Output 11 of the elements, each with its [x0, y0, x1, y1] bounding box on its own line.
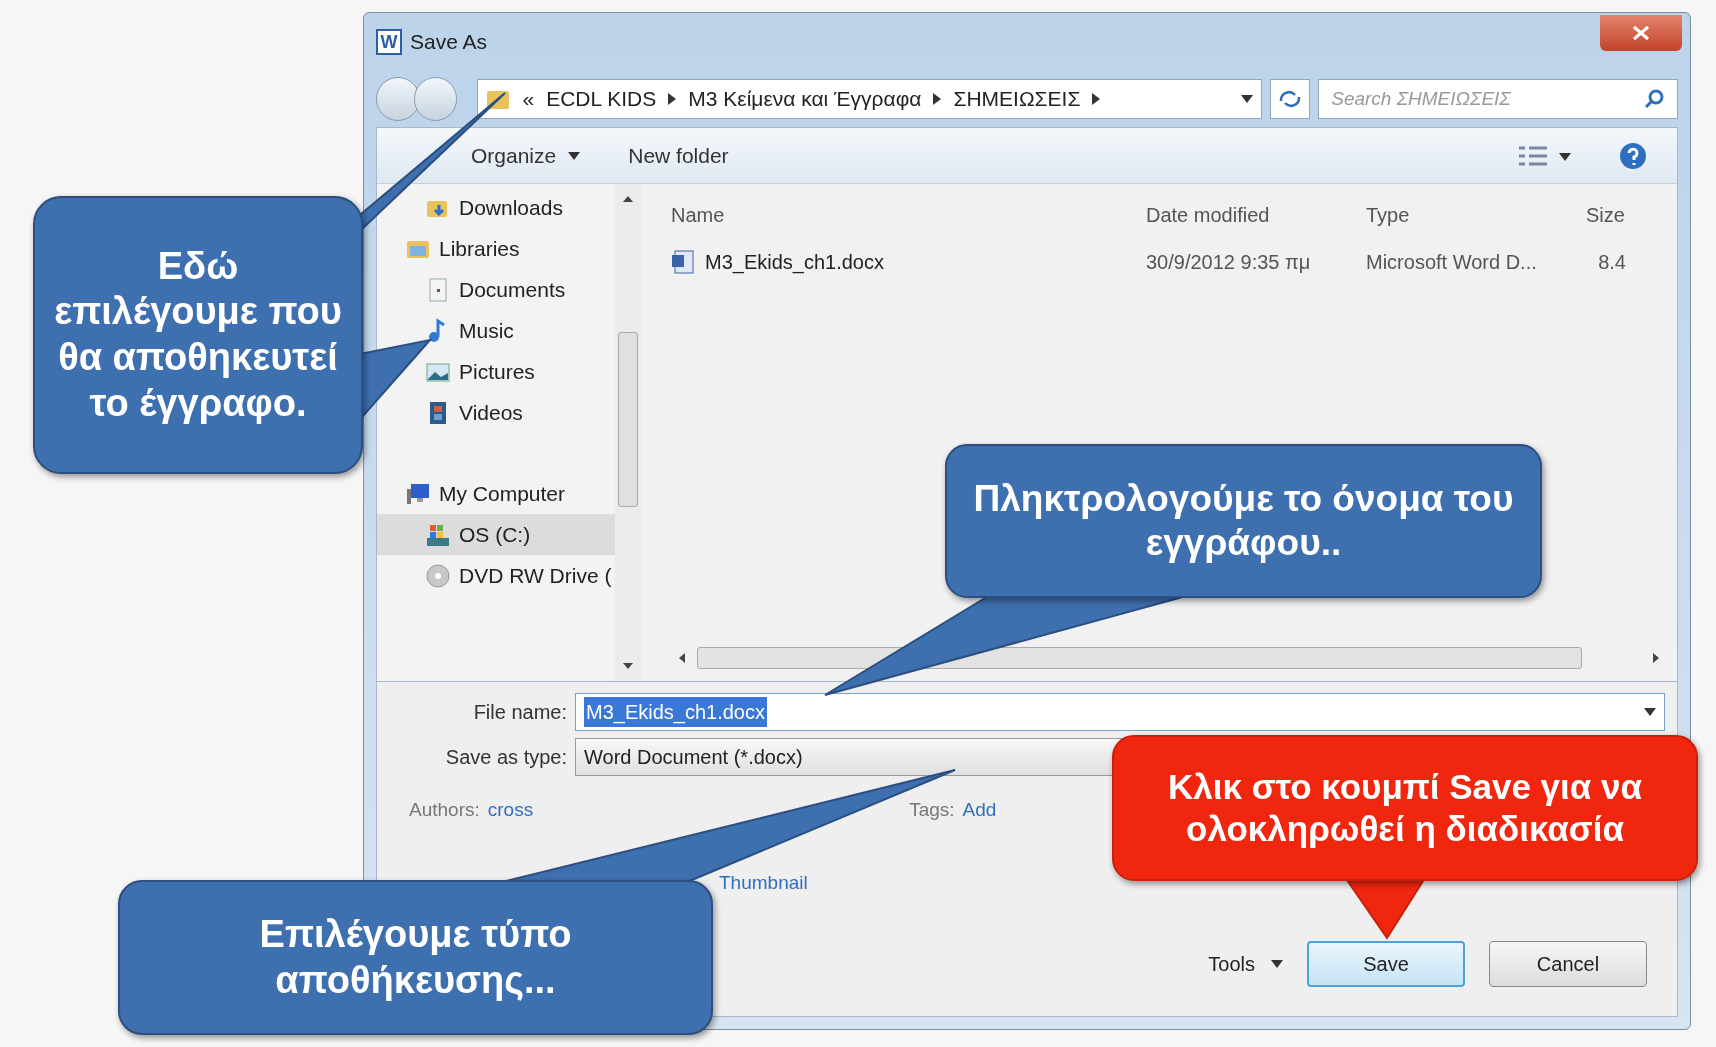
- window-title: Save As: [410, 29, 488, 56]
- date-cell-text: 30/9/2012 9:35 πμ: [1146, 250, 1312, 275]
- authors-label: Authors:: [409, 797, 480, 822]
- type-cell-text: Microsoft Word D...: [1366, 250, 1538, 275]
- app-icon: W: [376, 29, 402, 55]
- file-name-label: File name:: [472, 700, 567, 725]
- callout: Επιλέγουμε τύπο αποθήκευσης...: [118, 880, 713, 1035]
- tags-label: Tags:: [909, 797, 955, 822]
- callout: Εδώ επιλέγουμε που θα αποθηκευτεί το έγγραφο.: [33, 196, 363, 474]
- save-type-label: Save as type:: [444, 745, 567, 770]
- size-cell-text: 8.4: [1597, 250, 1626, 275]
